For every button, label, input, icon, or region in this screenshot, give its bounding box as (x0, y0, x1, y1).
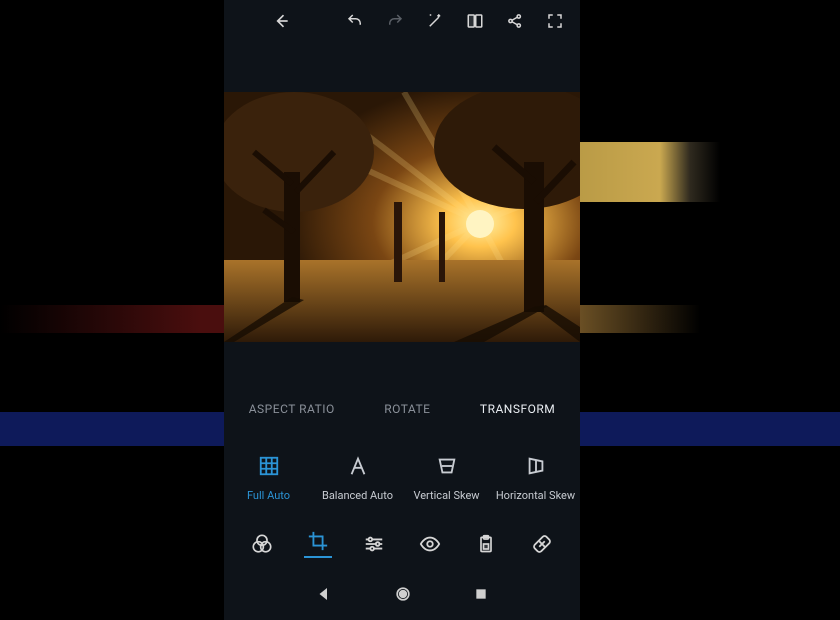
tool-vertical-skew[interactable]: Vertical Skew (404, 453, 490, 502)
tool-label: Full Auto (247, 489, 290, 502)
crop-tab-bar: ASPECT RATIO ROTATE TRANSFORM (224, 394, 580, 424)
magic-wand-icon[interactable] (422, 8, 448, 34)
letter-a-icon (345, 453, 371, 479)
mode-adjust[interactable] (360, 527, 388, 561)
tab-transform[interactable]: TRANSFORM (480, 402, 555, 416)
back-arrow-icon[interactable] (268, 8, 294, 34)
undo-icon[interactable] (342, 8, 368, 34)
compare-icon[interactable] (462, 8, 488, 34)
mode-eye[interactable] (416, 527, 444, 561)
nav-recent-icon[interactable] (473, 586, 489, 602)
active-underline (304, 556, 332, 558)
grid-icon (256, 453, 282, 479)
app-window: ASPECT RATIO ROTATE TRANSFORM Full Auto … (224, 0, 580, 620)
horizontal-skew-icon (523, 453, 549, 479)
tool-label: Vertical Skew (413, 489, 479, 502)
top-toolbar (224, 6, 580, 36)
tool-label: Balanced Auto (322, 489, 393, 502)
tool-horizontal-skew[interactable]: Horizontal Skew (493, 453, 579, 502)
vertical-skew-icon (434, 453, 460, 479)
nav-back-icon[interactable] (315, 585, 333, 603)
system-nav-bar (224, 576, 580, 612)
editor-mode-bar (224, 524, 580, 564)
mode-presets[interactable] (248, 527, 276, 561)
tool-full-auto[interactable]: Full Auto (226, 453, 312, 502)
transform-tool-row: Full Auto Balanced Auto Vertical Skew Ho… (224, 438, 580, 516)
redo-icon[interactable] (382, 8, 408, 34)
tab-rotate[interactable]: ROTATE (384, 402, 430, 416)
tool-balanced-auto[interactable]: Balanced Auto (315, 453, 401, 502)
mode-crop[interactable] (304, 527, 332, 561)
image-canvas[interactable] (224, 92, 580, 342)
fullscreen-icon[interactable] (542, 8, 568, 34)
mode-clipboard[interactable] (472, 527, 500, 561)
nav-home-icon[interactable] (393, 584, 413, 604)
mode-heal[interactable] (528, 527, 556, 561)
tool-label: Horizontal Skew (496, 489, 575, 502)
tab-aspect-ratio[interactable]: ASPECT RATIO (249, 402, 335, 416)
share-icon[interactable] (502, 8, 528, 34)
